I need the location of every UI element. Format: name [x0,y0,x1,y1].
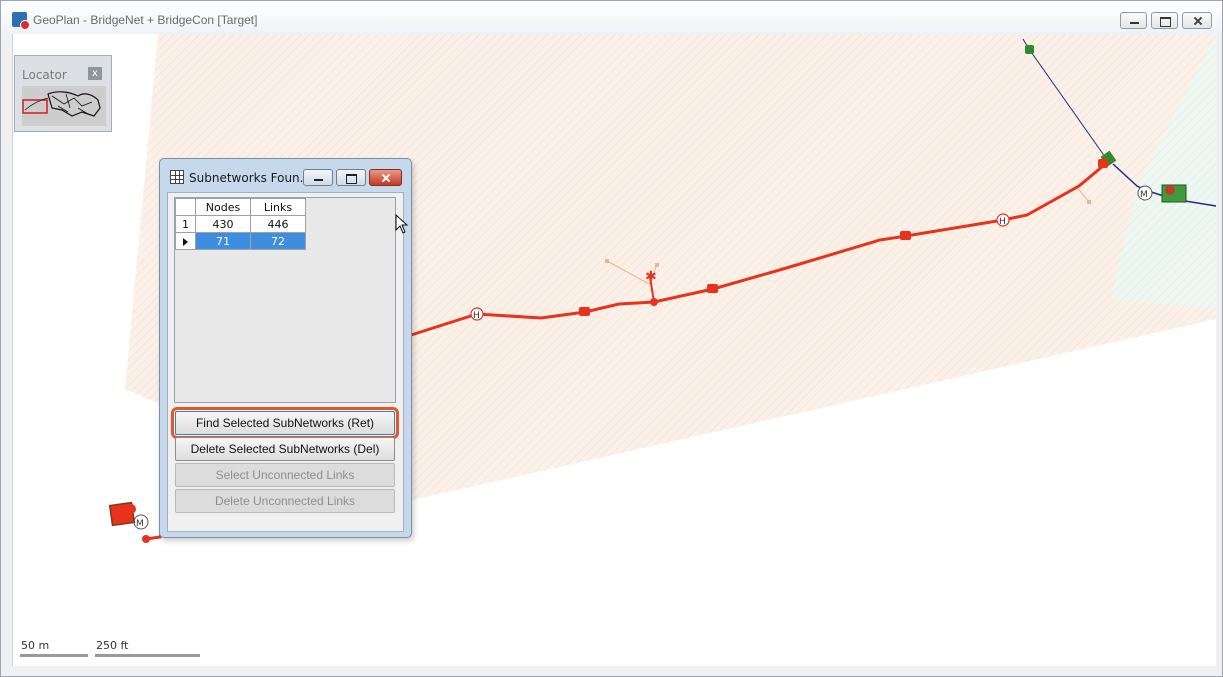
links-cell[interactable]: 446 [250,215,306,233]
fitting-node[interactable] [579,307,590,316]
delete-selected-subnetworks-button[interactable]: Delete Selected SubNetworks (Del) [175,437,395,461]
green-node[interactable] [1025,45,1034,54]
fitting-node[interactable] [900,231,911,240]
svg-text:M: M [136,519,144,529]
scale-metric-bar [20,654,88,657]
dialog-maximize-button[interactable] [336,169,366,186]
dialog-close-button[interactable] [369,169,402,186]
svg-text:H: H [473,311,480,321]
svg-text:M: M [1140,190,1148,200]
grid-table-icon [170,170,184,184]
service-node [605,259,609,263]
service-node [655,263,659,267]
title-bar[interactable]: GeoPlan - BridgeNet + BridgeCon [Target] [1,1,1222,34]
scale-metric-label: 50 m [21,639,50,652]
delete-unconnected-links-button[interactable]: Delete Unconnected Links [175,489,395,513]
dialog-minimize-button[interactable] [303,169,333,186]
table-header-row: Nodes Links [175,198,306,216]
nodes-cell[interactable]: 71 [195,232,251,250]
locator-panel[interactable]: Locator x [14,55,112,132]
red-storage-node[interactable] [126,504,136,514]
current-row-arrow-icon [183,237,188,246]
locator-overview-map[interactable] [22,86,106,126]
overview-network-icon [22,86,106,126]
dialog-body: Nodes Links 1 430 446 71 72 Find Selecte… [167,192,404,532]
svg-text:H: H [999,217,1006,227]
table-row-selected[interactable]: 71 72 [175,232,306,250]
subnetworks-grid[interactable]: Nodes Links 1 430 446 71 72 [174,197,396,403]
column-header-nodes[interactable]: Nodes [195,198,251,216]
table-row[interactable]: 1 430 446 [175,215,306,233]
meter-symbol[interactable]: M [1137,185,1153,201]
geoplan-app-icon [12,12,30,30]
junction-node[interactable] [142,535,150,543]
row-header-corner [175,198,196,216]
close-button[interactable] [1182,12,1212,29]
junction-node[interactable] [650,298,658,306]
subnetworks-dialog[interactable]: Subnetworks Foun... Nodes Links 1 430 44… [159,158,412,538]
junction-star-icon: ✱ [645,269,657,285]
nodes-cell[interactable]: 430 [195,215,251,233]
row-current-indicator[interactable] [175,232,196,250]
fitting-node[interactable] [1098,159,1108,168]
mouse-cursor-icon [395,214,409,234]
dialog-title: Subnetworks Foun... [189,171,312,185]
row-index[interactable]: 1 [175,215,196,233]
scale-imperial-bar [95,654,200,657]
fitting-node[interactable] [707,284,718,293]
service-node [1087,200,1091,204]
geoplan-window: GeoPlan - BridgeNet + BridgeCon [Target] [0,0,1223,677]
alert-badge-icon [20,20,30,30]
hydrant-symbol[interactable]: H [996,213,1010,227]
meter-symbol[interactable]: M [133,514,149,530]
find-selected-subnetworks-button[interactable]: Find Selected SubNetworks (Ret) [171,407,399,439]
scale-imperial-label: 250 ft [96,639,129,652]
minimize-button[interactable] [1120,12,1147,29]
links-cell[interactable]: 72 [250,232,306,250]
subnetworks-table[interactable]: Nodes Links 1 430 446 71 72 [175,198,306,250]
select-unconnected-links-button[interactable]: Select Unconnected Links [175,463,395,487]
window-title: GeoPlan - BridgeNet + BridgeCon [Target] [33,13,258,27]
locator-close-button[interactable]: x [88,67,102,80]
locator-title: Locator [22,68,67,82]
maximize-button[interactable] [1151,12,1178,29]
column-header-links[interactable]: Links [250,198,306,216]
hydrant-symbol[interactable]: H [470,307,484,321]
storage-node-marker [1165,185,1175,195]
